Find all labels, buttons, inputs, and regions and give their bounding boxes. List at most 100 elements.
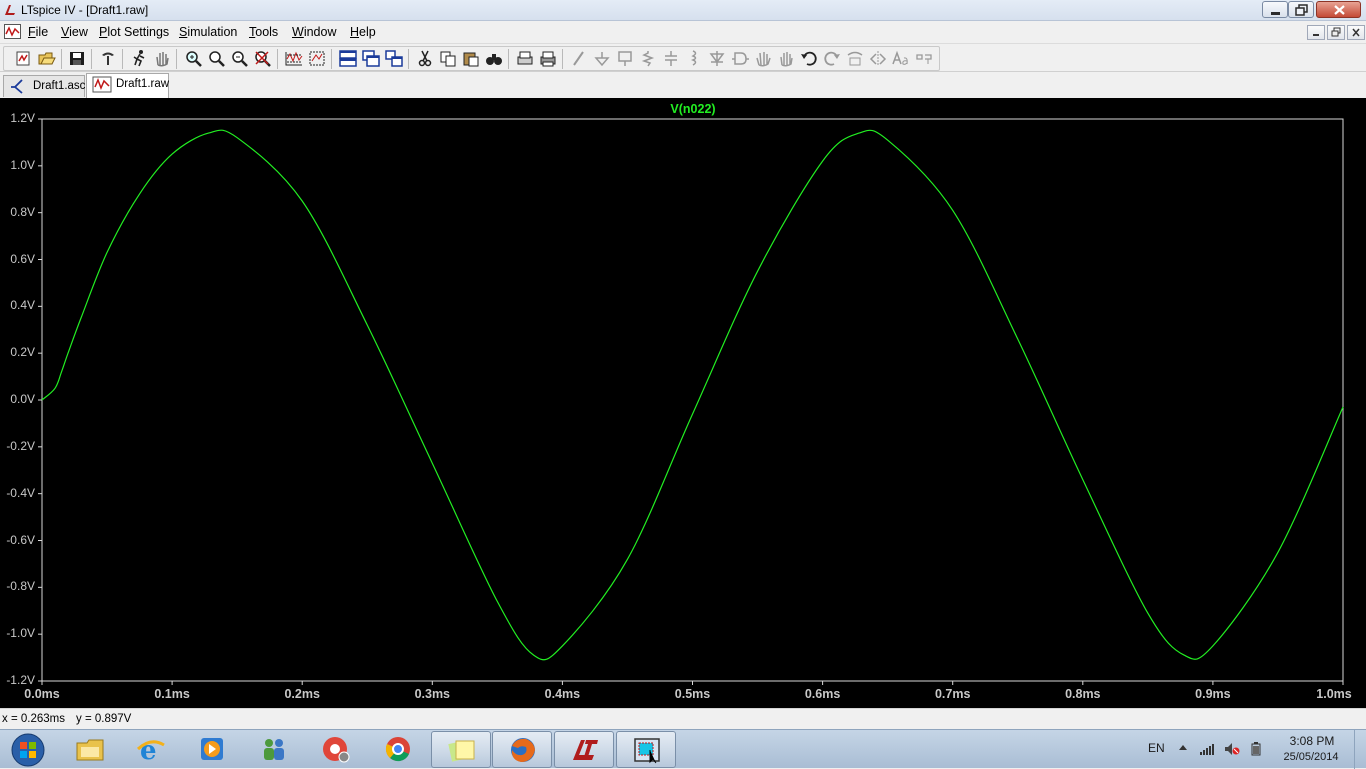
- redo-button[interactable]: [822, 49, 842, 68]
- taskbar-firefox[interactable]: [492, 731, 552, 768]
- print-button[interactable]: [538, 49, 558, 68]
- taskbar-snipping-tool[interactable]: [616, 731, 676, 768]
- autorange-button[interactable]: [284, 49, 304, 68]
- mdi-close-button[interactable]: [1347, 25, 1365, 40]
- waveform-doc-icon[interactable]: [4, 24, 21, 39]
- mdi-minimize-button[interactable]: [1307, 25, 1325, 40]
- language-indicator[interactable]: EN: [1148, 741, 1165, 755]
- undo-button[interactable]: [799, 49, 819, 68]
- y-tick-label: 0.8V: [10, 204, 35, 219]
- cut-button[interactable]: [415, 49, 435, 68]
- component-icon: [732, 52, 749, 65]
- restore-icon: [1295, 4, 1308, 16]
- component-button[interactable]: [730, 49, 750, 68]
- network-signal-icon[interactable]: [1199, 742, 1215, 756]
- save-button[interactable]: [67, 49, 87, 68]
- start-button[interactable]: [0, 731, 56, 768]
- paste-button[interactable]: [461, 49, 481, 68]
- menu-tools[interactable]: Tools: [249, 25, 278, 39]
- menu-window[interactable]: Window: [292, 25, 336, 39]
- mark-data-button[interactable]: [307, 49, 327, 68]
- zoom-in-button[interactable]: [207, 49, 227, 68]
- zoom-out-button[interactable]: [230, 49, 250, 68]
- taskbar-chrome-canary[interactable]: [306, 731, 366, 768]
- drag-button[interactable]: [776, 49, 796, 68]
- taskbar-media-player[interactable]: [182, 731, 242, 768]
- taskbar-sticky-notes[interactable]: [431, 731, 491, 768]
- find-button[interactable]: [484, 49, 504, 68]
- taskbar-internet-explorer[interactable]: e: [121, 731, 181, 768]
- halt-button[interactable]: [152, 49, 172, 68]
- move-button[interactable]: [753, 49, 773, 68]
- close-button[interactable]: [1316, 1, 1361, 18]
- trace-label[interactable]: V(n022): [643, 102, 743, 116]
- run-button[interactable]: [129, 49, 149, 68]
- open-icon: [38, 52, 56, 65]
- menu-file[interactable]: File: [28, 25, 48, 39]
- y-tick-label: -0.6V: [6, 532, 35, 547]
- tile-vertical-button[interactable]: [384, 49, 404, 68]
- menu-simulation[interactable]: Simulation: [179, 25, 237, 39]
- volume-muted-icon[interactable]: [1224, 742, 1240, 756]
- x-tick-label: 0.8ms: [1065, 687, 1101, 701]
- mirror-button[interactable]: [868, 49, 888, 68]
- plot-canvas[interactable]: [0, 98, 1366, 708]
- taskbar-explorer[interactable]: [60, 731, 120, 768]
- menu-plot-settings[interactable]: Plot Settings: [99, 25, 169, 39]
- undo-icon: [801, 51, 817, 66]
- close-icon: [1334, 5, 1345, 15]
- y-tick-label: -1.0V: [6, 626, 35, 641]
- menu-view[interactable]: View: [61, 25, 88, 39]
- taskbar-chrome[interactable]: [368, 731, 428, 768]
- diode-button[interactable]: [707, 49, 727, 68]
- zoom-fit-button[interactable]: [253, 49, 273, 68]
- mdi-restore-button[interactable]: [1327, 25, 1345, 40]
- menu-help[interactable]: Help: [350, 25, 376, 39]
- control-panel-button[interactable]: [98, 49, 118, 68]
- show-hidden-icons-icon[interactable]: [1178, 742, 1188, 754]
- capacitor-button[interactable]: [661, 49, 681, 68]
- taskbar-network[interactable]: [244, 731, 304, 768]
- drag-hand-icon: [780, 52, 793, 67]
- label-net-button[interactable]: [615, 49, 635, 68]
- draw-wire-button[interactable]: [569, 49, 589, 68]
- text-button[interactable]: [891, 49, 911, 68]
- inductor-button[interactable]: [684, 49, 704, 68]
- zoom-in-icon: [209, 51, 225, 67]
- print-preview-button[interactable]: [515, 49, 535, 68]
- show-desktop-button[interactable]: [1354, 730, 1366, 769]
- tab-draft1-asc[interactable]: Draft1.asc: [3, 75, 85, 97]
- restore-button[interactable]: [1288, 1, 1314, 18]
- toolbar: [0, 43, 1366, 72]
- text-icon: [892, 50, 908, 65]
- tile-horizontal-button[interactable]: [338, 49, 358, 68]
- open-button[interactable]: [37, 49, 57, 68]
- explorer-icon: [76, 739, 104, 761]
- redo-icon: [824, 51, 840, 66]
- waveform-plot[interactable]: V(n022) 1.2V 1.0V 0.8V 0.6V 0.4V 0.2V 0.0V -0.2…: [0, 98, 1366, 708]
- taskbar-ltspice[interactable]: [554, 731, 614, 768]
- ground-button[interactable]: [592, 49, 612, 68]
- copy-button[interactable]: [438, 49, 458, 68]
- clock-time[interactable]: 3:08 PM: [1282, 734, 1342, 748]
- tab-label: Draft1.asc: [33, 80, 86, 92]
- battery-icon[interactable]: [1251, 742, 1261, 756]
- x-tick-label: 0.1ms: [154, 687, 190, 701]
- cascade-button[interactable]: [361, 49, 381, 68]
- resistor-button[interactable]: [638, 49, 658, 68]
- tab-label: Draft1.raw: [116, 78, 170, 90]
- clock-date[interactable]: 25/05/2014: [1278, 751, 1344, 763]
- y-tick-label: 1.0V: [10, 157, 35, 172]
- find-icon: [486, 54, 502, 65]
- spice-directive-icon: [916, 54, 932, 64]
- snipping-tool-icon: [634, 738, 660, 764]
- spice-directive-button[interactable]: [914, 49, 934, 68]
- minimize-button[interactable]: [1262, 1, 1288, 18]
- zoom-area-button[interactable]: [184, 49, 204, 68]
- trace-v-n022[interactable]: [41, 129, 1344, 661]
- rotate-button[interactable]: [845, 49, 865, 68]
- cursor-y-readout: y = 0.897V: [76, 713, 132, 725]
- tab-draft1-raw[interactable]: Draft1.raw: [86, 73, 169, 98]
- tile-vertical-icon: [385, 50, 403, 67]
- new-schematic-button[interactable]: [13, 49, 33, 68]
